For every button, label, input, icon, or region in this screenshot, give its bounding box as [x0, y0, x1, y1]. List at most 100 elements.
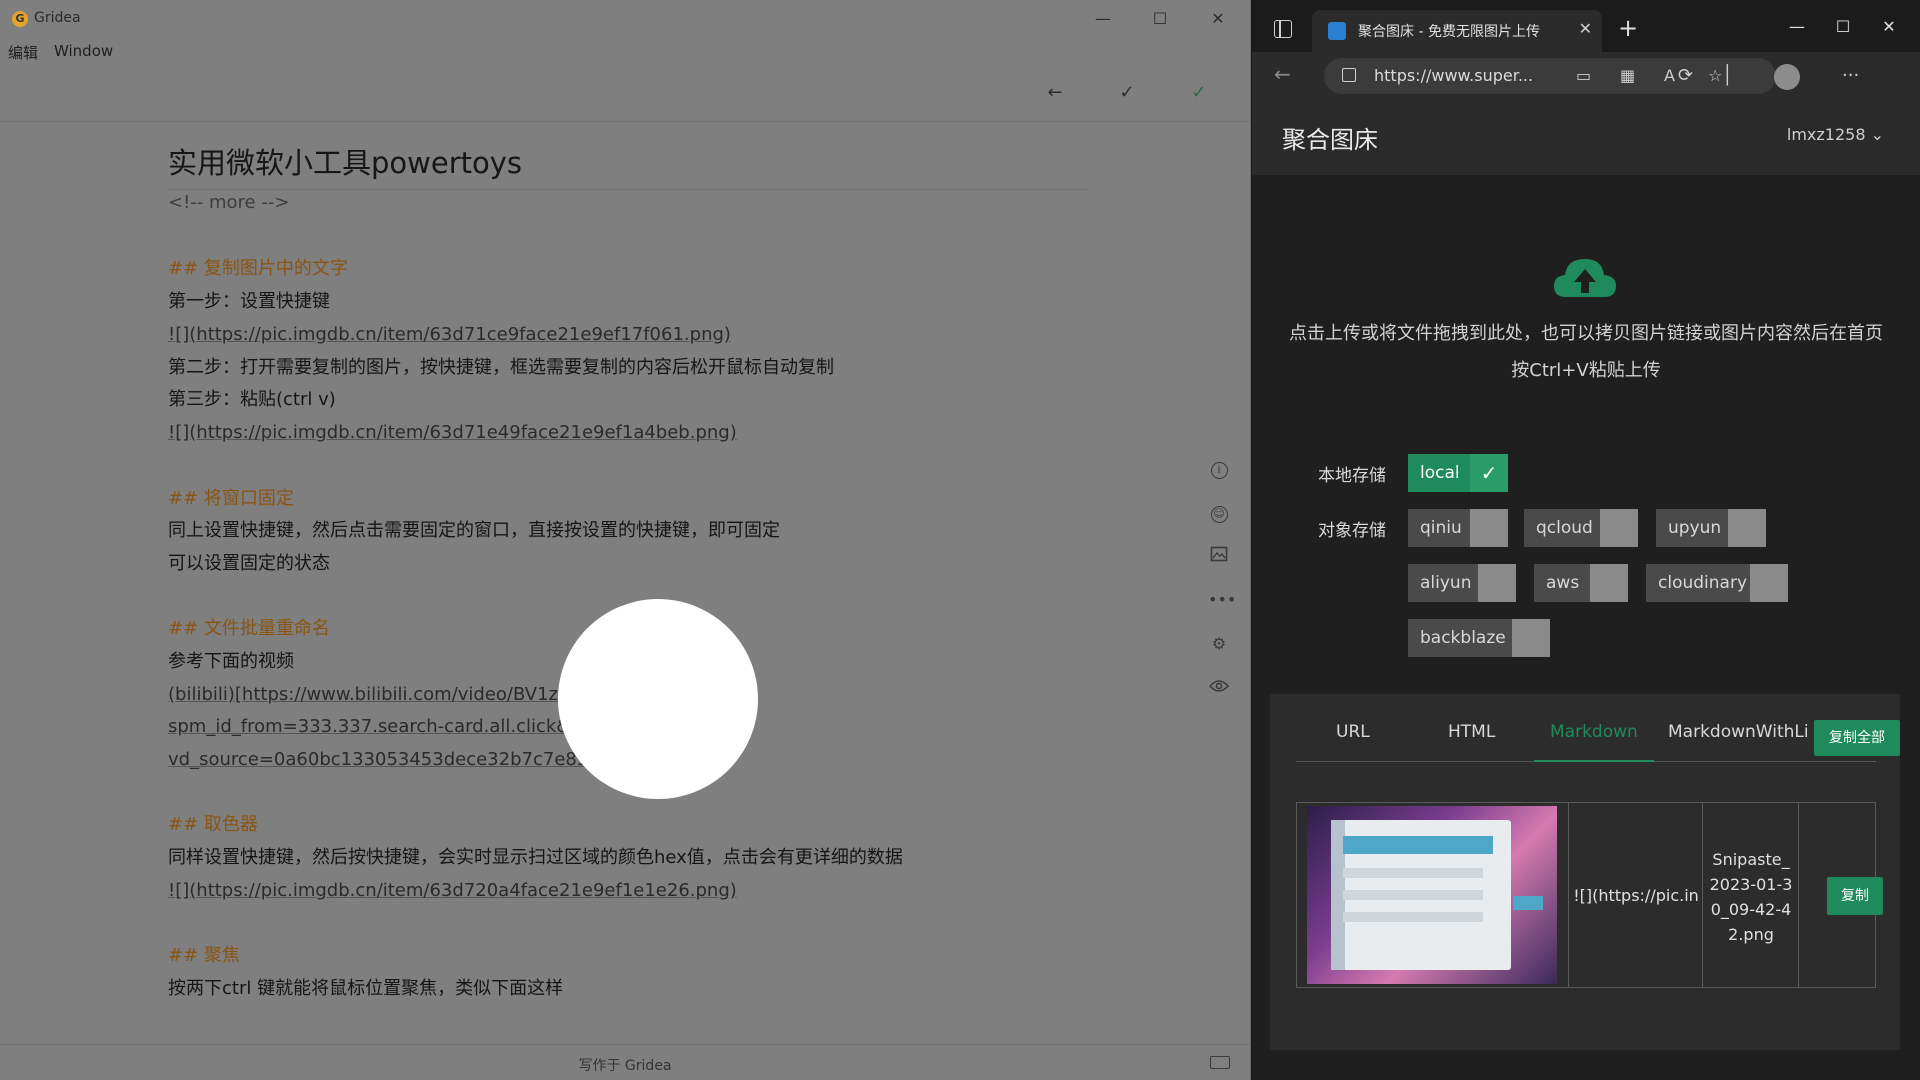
- favicon-icon: [1328, 22, 1346, 40]
- editor-line: 同上设置快捷键，然后点击需要固定的窗口，直接按设置的快捷键，即可固定: [168, 520, 780, 541]
- cursor-spotlight: [558, 599, 758, 799]
- tab-markdown[interactable]: Markdown: [1550, 722, 1638, 742]
- lock-icon[interactable]: [1342, 68, 1356, 82]
- storage-option-label: local: [1420, 463, 1460, 483]
- storage-option-qcloud[interactable]: qcloud: [1524, 509, 1638, 547]
- back-arrow-icon[interactable]: ←: [1040, 78, 1070, 108]
- menu-more-icon[interactable]: ···: [1842, 65, 1859, 86]
- new-tab-button[interactable]: +: [1618, 14, 1638, 42]
- result-tabs: URL HTML Markdown MarkdownWithLink 复制全部: [1296, 694, 1900, 762]
- tab-title: 聚合图床 - 免费无限图片上传: [1358, 24, 1540, 40]
- storage-option-cloudinary[interactable]: cloudinary: [1646, 564, 1788, 602]
- storage-option-qiniu[interactable]: qiniu: [1408, 509, 1508, 547]
- image-link-text: ![](https://pic.imgdb.cn/item/63d71ce9fa…: [168, 324, 731, 345]
- emoji-icon[interactable]: ☺: [1208, 501, 1230, 523]
- cloud-upload-icon[interactable]: [1552, 255, 1618, 303]
- filename-line: Snipaste_: [1712, 850, 1790, 869]
- browser-tab[interactable]: 聚合图床 - 免费无限图片上传 ✕: [1312, 10, 1602, 52]
- object-storage-label: 对象存储: [1318, 521, 1386, 541]
- tab-markdown-with-link[interactable]: MarkdownWithLink: [1668, 722, 1808, 742]
- profile-avatar[interactable]: [1774, 64, 1800, 90]
- editor-line: 第三步：粘贴(ctrl v): [168, 389, 336, 410]
- thumbnail-content: [1343, 836, 1493, 854]
- upload-dropzone-text[interactable]: 点击上传或将文件拖拽到此处，也可以拷贝图片链接或图片内容然后在首页 按Ctrl+…: [1272, 315, 1900, 389]
- editor-image-link: ![](https://pic.imgdb.cn/item/63d71e49fa…: [168, 420, 737, 446]
- gridea-statusbar: 写作于 Gridea: [0, 1044, 1250, 1080]
- menu-window[interactable]: Window: [54, 42, 113, 60]
- url-text[interactable]: https://www.super...: [1374, 66, 1533, 85]
- copy-all-button[interactable]: 复制全部: [1814, 720, 1900, 756]
- info-icon[interactable]: i: [1208, 457, 1230, 479]
- editor-image-link: ![](https://pic.imgdb.cn/item/63d71ce9fa…: [168, 322, 731, 348]
- checkbox: [1728, 509, 1766, 547]
- thumbnail-content: [1343, 890, 1483, 900]
- site-brand[interactable]: 聚合图床: [1282, 120, 1378, 155]
- copy-button[interactable]: 复制: [1827, 877, 1883, 915]
- app-available-icon[interactable]: ▭: [1576, 66, 1591, 85]
- user-menu[interactable]: lmxz1258 ⌄: [1787, 125, 1884, 144]
- storage-option-backblaze[interactable]: backblaze: [1408, 619, 1550, 657]
- filename-line: 2023-01-3: [1709, 875, 1793, 894]
- checkbox: [1512, 619, 1550, 657]
- storage-option-aws[interactable]: aws: [1534, 564, 1628, 602]
- markdown-code[interactable]: ![](https://pic.in: [1569, 883, 1703, 908]
- close-button[interactable]: ✕: [1195, 4, 1241, 34]
- post-title-input[interactable]: 实用微软小工具powertoys: [168, 140, 1088, 190]
- tab-close-icon[interactable]: ✕: [1579, 19, 1592, 38]
- filename-line: 2.png: [1728, 925, 1774, 944]
- filename-cell: Snipaste_ 2023-01-3 0_09-42-4 2.png: [1703, 803, 1799, 987]
- checkbox: [1590, 564, 1628, 602]
- address-bar[interactable]: https://www.super... ▭ ▦ A ☆: [1324, 58, 1776, 94]
- checkbox: [1470, 509, 1508, 547]
- storage-option-aliyun[interactable]: aliyun: [1408, 564, 1516, 602]
- editor-heading: ## 聚焦: [168, 945, 240, 966]
- gridea-menubar: 编辑 Window: [0, 40, 1250, 64]
- tab-url[interactable]: URL: [1336, 722, 1370, 742]
- markdown-editor[interactable]: 实用微软小工具powertoys <!-- more --> ## 复制图片中的…: [168, 140, 1088, 999]
- editor-line: 按两下ctrl 键就能将鼠标位置聚焦，类似下面这样: [168, 978, 564, 999]
- save-draft-check-icon[interactable]: ✓: [1112, 78, 1142, 108]
- editor-line: 第二步：打开需要复制的图片，按快捷键，框选需要复制的内容后松开鼠标自动复制: [168, 357, 834, 378]
- image-icon[interactable]: [1208, 545, 1230, 567]
- storage-option-local[interactable]: local ✓: [1408, 454, 1508, 492]
- publish-check-icon[interactable]: ✓: [1184, 78, 1214, 108]
- favorite-star-icon[interactable]: ☆: [1708, 66, 1722, 85]
- uploaded-image-thumbnail[interactable]: [1307, 806, 1557, 984]
- browser-maximize-button[interactable]: ☐: [1820, 12, 1866, 42]
- upload-result-panel: URL HTML Markdown MarkdownWithLink 复制全部: [1270, 694, 1900, 1050]
- tab-html[interactable]: HTML: [1448, 722, 1495, 742]
- upload-desc-line: 按Ctrl+V粘贴上传: [1511, 360, 1661, 381]
- browser-close-button[interactable]: ✕: [1866, 12, 1912, 42]
- preview-icon[interactable]: [1208, 677, 1230, 699]
- keyboard-icon[interactable]: [1210, 1056, 1230, 1069]
- gridea-logo-icon: G: [12, 11, 28, 27]
- site-header: 聚合图床 lmxz1258 ⌄: [1252, 100, 1920, 175]
- minimize-button[interactable]: —: [1080, 4, 1126, 34]
- storage-option-label: upyun: [1668, 518, 1722, 538]
- editor-line: 可以设置固定的状态: [168, 553, 330, 574]
- status-text: 写作于 Gridea: [578, 1058, 672, 1074]
- filename-line: 0_09-42-4: [1710, 900, 1792, 919]
- more-icon[interactable]: •••: [1208, 589, 1236, 611]
- chevron-down-icon: ⌄: [1865, 125, 1884, 144]
- extensions-icon[interactable]: ⟳: [1678, 65, 1693, 86]
- read-aloud-icon[interactable]: A: [1664, 66, 1675, 85]
- toolbar-divider: [0, 121, 1250, 122]
- menu-edit[interactable]: 编辑: [8, 42, 38, 63]
- upload-desc-line: 点击上传或将文件拖拽到此处，也可以拷贝图片链接或图片内容然后在首页: [1289, 323, 1883, 344]
- qr-code-icon[interactable]: ▦: [1620, 66, 1635, 85]
- back-button[interactable]: ←: [1274, 62, 1291, 86]
- video-link-text: vd_source=0a60bc133053453dece32b7c7e830e…: [168, 749, 640, 770]
- username: lmxz1258: [1786, 125, 1866, 144]
- browser-minimize-button[interactable]: —: [1774, 12, 1820, 42]
- editor-line: 第一步：设置快捷键: [168, 291, 330, 312]
- editor-heading: ## 文件批量重命名: [168, 618, 330, 639]
- storage-option-label: qiniu: [1420, 518, 1462, 538]
- editor-line: 同样设置快捷键，然后按快捷键，会实时显示扫过区域的颜色hex值，点击会有更详细的…: [168, 847, 903, 868]
- maximize-button[interactable]: ☐: [1137, 4, 1183, 34]
- storage-option-upyun[interactable]: upyun: [1656, 509, 1766, 547]
- settings-icon[interactable]: ⚙: [1208, 633, 1230, 655]
- active-tab-underline: [1534, 760, 1654, 762]
- image-link-text: ![](https://pic.imgdb.cn/item/63d71e49fa…: [168, 422, 737, 443]
- tab-actions-icon[interactable]: [1274, 20, 1292, 38]
